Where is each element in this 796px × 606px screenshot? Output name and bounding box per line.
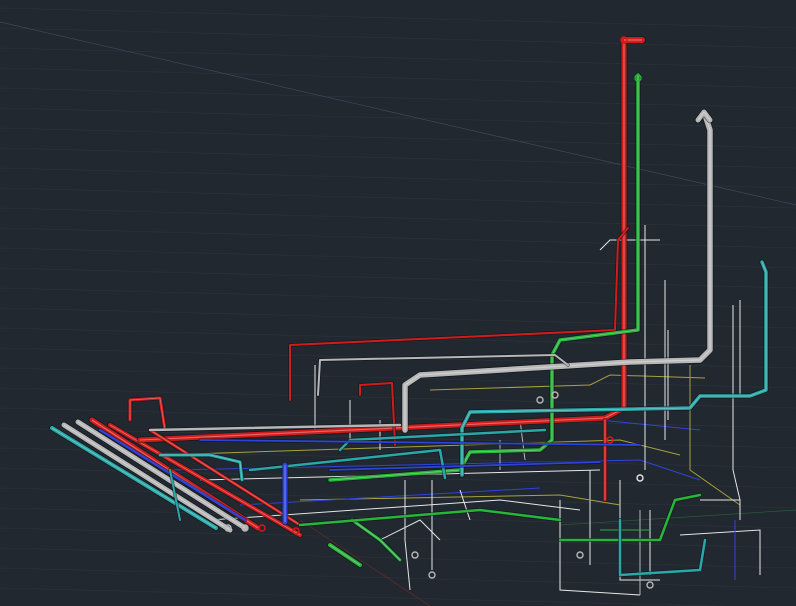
valve-fitting [576, 551, 584, 559]
grid-line [0, 267, 796, 289]
fittings-layer [224, 36, 654, 589]
grid-line [0, 307, 796, 329]
valve-fitting [636, 474, 644, 482]
red-small-loop [359, 382, 396, 446]
grid-line [0, 67, 796, 89]
valve-fitting [411, 551, 419, 559]
grid-line [0, 27, 796, 49]
grid-line [0, 187, 796, 209]
grid-line [0, 327, 796, 349]
thin-line [732, 305, 741, 501]
grid-y-axis [559, 509, 796, 526]
valve-fitting [536, 396, 544, 404]
grid-line [0, 247, 796, 269]
thin-line [459, 489, 471, 521]
valve-fitting [428, 571, 436, 579]
thin-line [429, 384, 591, 391]
grid-x-axis [299, 519, 431, 606]
grid-line [0, 167, 796, 189]
grid-line [0, 367, 796, 389]
thin-line [379, 519, 441, 541]
grid-line [0, 207, 796, 229]
grid-line [0, 227, 796, 249]
grid-line [0, 147, 796, 169]
grid-axis-line [0, 21, 796, 206]
grid-line [0, 7, 796, 29]
grid-line [0, 587, 729, 606]
thin-line [599, 239, 660, 251]
grid-line [0, 47, 796, 69]
main-pipes-layer[interactable] [49, 36, 769, 578]
piping-model-3d[interactable] [0, 0, 796, 606]
thin-line [559, 500, 641, 596]
grid-line [0, 127, 796, 149]
grid-line [0, 387, 796, 409]
thin-line [700, 499, 741, 520]
red-loop-left [128, 396, 167, 432]
cyan-header-pipe-highlight [51, 427, 217, 529]
thin-line [404, 480, 411, 591]
valve-fitting [646, 581, 654, 589]
grid-line [0, 287, 796, 309]
grid-line [0, 107, 796, 129]
model-viewport[interactable] [0, 0, 796, 606]
green-drop [350, 518, 402, 562]
grid-line [0, 87, 796, 109]
green-stub-highlight [329, 544, 361, 566]
red-small-loop-shadow [358, 381, 397, 447]
thin-line [519, 419, 526, 461]
thin-line [679, 529, 761, 575]
